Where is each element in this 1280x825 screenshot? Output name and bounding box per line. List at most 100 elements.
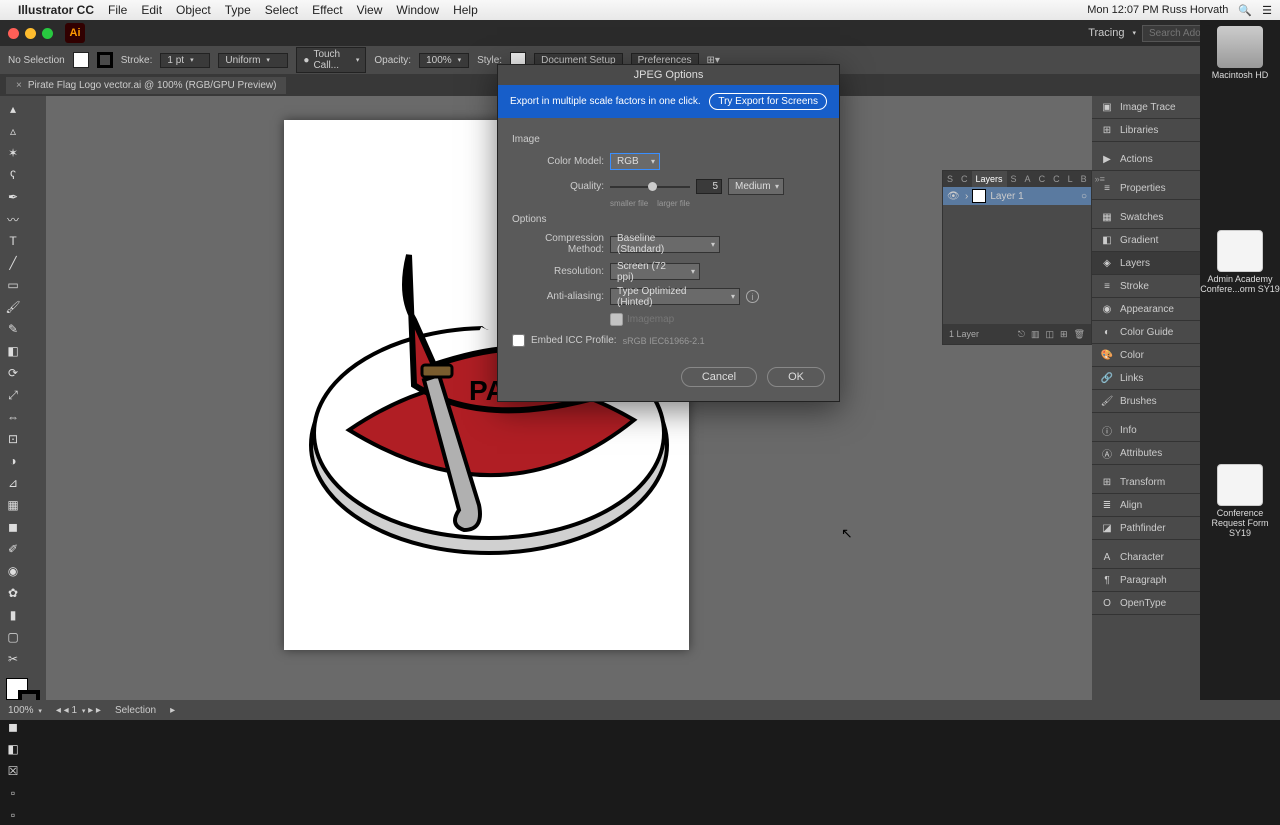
menu-type[interactable]: Type: [225, 3, 251, 17]
info-icon[interactable]: i: [746, 290, 759, 303]
workspace-switcher[interactable]: Tracing: [1088, 27, 1124, 39]
delete-layer-icon[interactable]: 🗑: [1074, 329, 1085, 340]
screen-mode[interactable]: ▫: [3, 805, 23, 825]
expand-icon[interactable]: ›: [965, 191, 968, 202]
layers-tab-r3[interactable]: C: [1049, 171, 1064, 187]
banner-text: Export in multiple scale factors in one …: [510, 96, 701, 107]
zoom-window[interactable]: [42, 28, 53, 39]
layers-tab-r4[interactable]: L: [1064, 171, 1077, 187]
quality-preset-select[interactable]: Medium: [728, 178, 784, 195]
eraser-tool[interactable]: ◧: [3, 341, 23, 361]
notification-icon[interactable]: ☰: [1262, 4, 1272, 17]
options-section-hdr: Options: [512, 214, 825, 225]
column-graph-tool[interactable]: ▮: [3, 605, 23, 625]
locate-icon[interactable]: ⎋: [1018, 329, 1025, 340]
app-name[interactable]: Illustrator CC: [18, 3, 94, 17]
resolution-select[interactable]: Screen (72 ppi): [610, 263, 700, 280]
artboard-tool[interactable]: ▢: [3, 627, 23, 647]
menu-help[interactable]: Help: [453, 3, 478, 17]
new-sublayer-icon[interactable]: ◫: [1046, 329, 1055, 340]
symbol-sprayer-tool[interactable]: ✿: [3, 583, 23, 603]
close-window[interactable]: [8, 28, 19, 39]
color-model-select[interactable]: RGB: [610, 153, 660, 170]
width-tool[interactable]: ⇔: [3, 407, 23, 427]
none-mode[interactable]: ☒: [3, 761, 23, 781]
selection-tool[interactable]: ▴: [3, 99, 23, 119]
layers-tab-c[interactable]: C: [957, 171, 972, 187]
menu-view[interactable]: View: [357, 3, 383, 17]
desktop-hd[interactable]: Macintosh HD: [1212, 26, 1269, 80]
type-tool[interactable]: T: [3, 231, 23, 251]
window-controls: Ai Tracing▾: [0, 20, 1280, 46]
scale-tool[interactable]: ⤢: [3, 385, 23, 405]
free-transform-tool[interactable]: ⊡: [3, 429, 23, 449]
stroke-label: Stroke:: [121, 55, 153, 66]
document-tab[interactable]: × Pirate Flag Logo vector.ai @ 100% (RGB…: [6, 77, 286, 94]
paintbrush-tool[interactable]: 🖌: [3, 297, 23, 317]
close-tab-icon[interactable]: ×: [16, 80, 22, 91]
color-mode[interactable]: ◼: [3, 717, 23, 737]
mesh-tool[interactable]: ▦: [3, 495, 23, 515]
layers-tab-s[interactable]: S: [943, 171, 957, 187]
make-clip-icon[interactable]: ▥: [1031, 329, 1040, 340]
desktop-doc2[interactable]: Conference Request Form SY19: [1200, 464, 1280, 538]
quality-value[interactable]: [696, 179, 722, 194]
menu-edit[interactable]: Edit: [141, 3, 162, 17]
try-export-screens-btn[interactable]: Try Export for Screens: [709, 93, 827, 110]
layer-row[interactable]: 👁 › Layer 1 ○: [943, 187, 1091, 205]
cancel-button[interactable]: Cancel: [681, 367, 757, 387]
layers-tab-active[interactable]: Layers: [972, 171, 1007, 187]
fill-swatch[interactable]: [73, 52, 89, 68]
minimize-window[interactable]: [25, 28, 36, 39]
imagemap-label: Imagemap: [627, 314, 674, 325]
layers-tab-r0[interactable]: S: [1007, 171, 1021, 187]
status-menu-icon[interactable]: ▸: [170, 705, 175, 716]
embed-icc-checkbox[interactable]: [512, 334, 525, 347]
layers-tab-r2[interactable]: C: [1035, 171, 1050, 187]
layers-tab-r5[interactable]: B: [1077, 171, 1091, 187]
quality-slider[interactable]: [610, 186, 690, 188]
perspective-tool[interactable]: ⊿: [3, 473, 23, 493]
eyedropper-tool[interactable]: ✐: [3, 539, 23, 559]
magic-wand-tool[interactable]: ✶: [3, 143, 23, 163]
spotlight-icon[interactable]: 🔍: [1238, 4, 1252, 17]
stroke-swatch[interactable]: [97, 52, 113, 68]
gradient-tool[interactable]: ◼: [3, 517, 23, 537]
compression-select[interactable]: Baseline (Standard): [610, 236, 720, 253]
draw-mode[interactable]: ▫: [3, 783, 23, 803]
pen-tool[interactable]: ✒: [3, 187, 23, 207]
line-tool[interactable]: ╱: [3, 253, 23, 273]
new-layer-icon[interactable]: ⊞: [1060, 329, 1068, 340]
shape-builder-tool[interactable]: ◑: [3, 451, 23, 471]
stroke-profile[interactable]: Uniform▾: [218, 53, 288, 68]
layers-menu-icon[interactable]: »≡: [1091, 171, 1109, 187]
color-model-label: Color Model:: [512, 156, 604, 167]
opacity-value[interactable]: 100%▾: [419, 53, 469, 68]
rotate-tool[interactable]: ⟳: [3, 363, 23, 383]
slice-tool[interactable]: ✂: [3, 649, 23, 669]
imagemap-checkbox: [610, 313, 623, 326]
curvature-tool[interactable]: 〰: [3, 209, 23, 229]
shaper-tool[interactable]: ✎: [3, 319, 23, 339]
menu-select[interactable]: Select: [265, 3, 298, 17]
gradient-mode[interactable]: ◧: [3, 739, 23, 759]
menu-file[interactable]: File: [108, 3, 127, 17]
direct-selection-tool[interactable]: ▵: [3, 121, 23, 141]
menu-object[interactable]: Object: [176, 3, 211, 17]
menu-window[interactable]: Window: [396, 3, 439, 17]
lasso-tool[interactable]: ʕ: [3, 165, 23, 185]
visibility-icon[interactable]: 👁: [947, 191, 961, 202]
desktop-doc1[interactable]: Admin Academy Confere...orm SY19: [1200, 230, 1280, 294]
zoom-level[interactable]: 100% ▾: [8, 705, 42, 716]
menu-effect[interactable]: Effect: [312, 3, 342, 17]
layers-tab-r1[interactable]: A: [1021, 171, 1035, 187]
brush-def[interactable]: ● Touch Call...▾: [296, 47, 366, 73]
artboard-nav[interactable]: ◂ ◂ 1 ▾ ▸ ▸: [56, 705, 101, 716]
target-icon[interactable]: ○: [1081, 191, 1087, 202]
antialias-select[interactable]: Type Optimized (Hinted): [610, 288, 740, 305]
rectangle-tool[interactable]: ▭: [3, 275, 23, 295]
layer-name[interactable]: Layer 1: [990, 191, 1023, 202]
blend-tool[interactable]: ◉: [3, 561, 23, 581]
ok-button[interactable]: OK: [767, 367, 825, 387]
stroke-weight[interactable]: 1 pt▾: [160, 53, 210, 68]
